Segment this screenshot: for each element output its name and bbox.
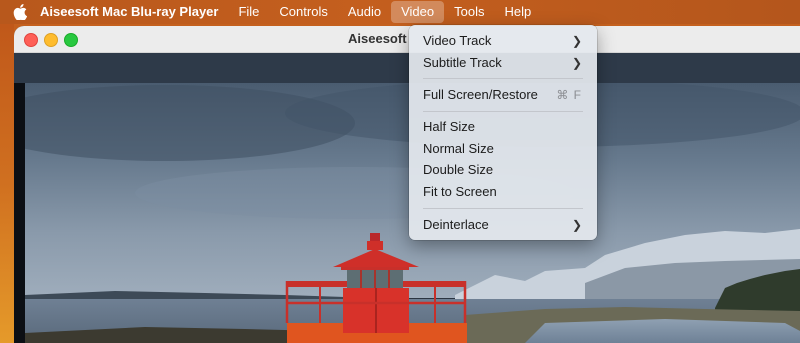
- video-letterbox: [14, 83, 25, 343]
- menu-item-label: Half Size: [423, 119, 476, 134]
- menu-separator: [423, 208, 583, 209]
- keyboard-shortcut: ⌘ F: [556, 88, 582, 102]
- menu-tools[interactable]: Tools: [444, 0, 494, 24]
- desktop-wallpaper: [0, 24, 14, 343]
- menu-item-double-size[interactable]: Double Size: [414, 160, 592, 180]
- menu-item-label: Double Size: [423, 162, 494, 177]
- close-button[interactable]: [24, 33, 38, 47]
- menu-item-half-size[interactable]: Half Size: [414, 117, 592, 137]
- player-toolbar: [14, 53, 800, 83]
- menu-item-label: Video Track: [423, 33, 492, 48]
- menu-video[interactable]: Video: [391, 1, 445, 23]
- app-menu[interactable]: Aiseesoft Mac Blu-ray Player: [40, 0, 228, 24]
- maximize-button[interactable]: [64, 33, 78, 47]
- menu-item-fit-to-screen[interactable]: Fit to Screen: [414, 182, 592, 202]
- menu-item-normal-size[interactable]: Normal Size: [414, 139, 592, 159]
- menu-item-label: Full Screen/Restore: [423, 87, 538, 102]
- menu-item-full-screen[interactable]: Full Screen/Restore ⌘ F: [414, 85, 592, 105]
- window-title: Aiseesoft: [348, 31, 407, 46]
- menu-item-subtitle-track[interactable]: Subtitle Track ❯: [414, 53, 592, 73]
- chevron-right-icon: ❯: [571, 56, 582, 70]
- player-window: Aiseesoft: [14, 26, 800, 343]
- menu-item-label: Deinterlace: [423, 217, 489, 232]
- menu-help[interactable]: Help: [494, 0, 541, 24]
- menu-audio[interactable]: Audio: [338, 0, 391, 24]
- video-menu-dropdown: Video Track ❯ Subtitle Track ❯ Full Scre…: [409, 25, 597, 240]
- menu-item-video-track[interactable]: Video Track ❯: [414, 31, 592, 51]
- window-titlebar[interactable]: Aiseesoft: [14, 26, 800, 53]
- apple-menu[interactable]: [0, 0, 40, 24]
- menu-bar: Aiseesoft Mac Blu-ray Player File Contro…: [0, 0, 800, 24]
- chevron-right-icon: ❯: [571, 34, 582, 48]
- chevron-right-icon: ❯: [571, 218, 582, 232]
- frozen-pond: [525, 319, 800, 343]
- menu-file[interactable]: File: [228, 0, 269, 24]
- menu-controls[interactable]: Controls: [269, 0, 337, 24]
- menu-separator: [423, 78, 583, 79]
- menu-item-label: Normal Size: [423, 141, 494, 156]
- menu-separator: [423, 111, 583, 112]
- apple-icon: [13, 4, 27, 20]
- menu-item-deinterlace[interactable]: Deinterlace ❯: [414, 215, 592, 235]
- menu-item-label: Subtitle Track: [423, 55, 502, 70]
- minimize-button[interactable]: [44, 33, 58, 47]
- menu-item-label: Fit to Screen: [423, 184, 497, 199]
